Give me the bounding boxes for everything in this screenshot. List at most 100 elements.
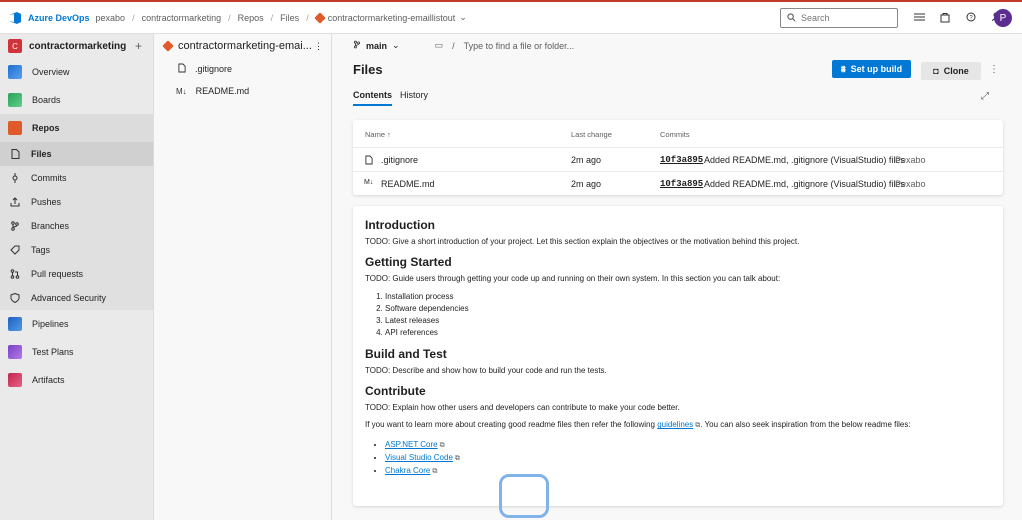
breadcrumb-repo-label: contractormarketing-emaillistout bbox=[327, 12, 456, 23]
tree-file-item[interactable]: .gitignore bbox=[154, 58, 331, 80]
nav-label: Repos bbox=[32, 123, 60, 133]
nav-label: Advanced Security bbox=[31, 293, 107, 303]
list-item: Chakra Core⧉ bbox=[385, 465, 991, 478]
nav-artifacts[interactable]: Artifacts bbox=[0, 366, 153, 394]
set-up-build-button[interactable]: ⩩ Set up build bbox=[832, 60, 911, 78]
more-options-icon[interactable]: ⋮ bbox=[314, 41, 323, 52]
tab-history[interactable]: History bbox=[400, 90, 428, 106]
chakra-core-link[interactable]: Chakra Core bbox=[385, 466, 430, 475]
nav-branches[interactable]: Branches bbox=[0, 214, 153, 238]
clone-icon: ◘ bbox=[933, 66, 939, 76]
branch-selector[interactable]: main bbox=[366, 41, 387, 51]
readme-section-contribute: Contribute TODO: Explain how other users… bbox=[365, 384, 991, 478]
nav-label: Pushes bbox=[31, 197, 62, 207]
nav-test-plans[interactable]: Test Plans bbox=[0, 338, 153, 366]
table-row[interactable]: M↓ README.md 2m ago 10f3a895 Added READM… bbox=[353, 171, 1003, 195]
nav-overview[interactable]: Overview bbox=[0, 58, 153, 86]
file-icon bbox=[10, 149, 20, 159]
breadcrumb-section[interactable]: Repos bbox=[238, 13, 264, 23]
commit-hash-link[interactable]: 10f3a895 bbox=[660, 179, 703, 189]
breadcrumb-separator: / bbox=[228, 12, 231, 23]
learn-text-pre: If you want to learn more about creating… bbox=[365, 420, 655, 430]
marketplace-bag-icon[interactable] bbox=[938, 10, 952, 24]
file-name[interactable]: .gitignore bbox=[381, 155, 418, 165]
branch-icon bbox=[353, 40, 361, 51]
build-icon: ⩩ bbox=[840, 63, 846, 74]
git-repo-icon bbox=[314, 11, 326, 24]
folder-icon: ▭ bbox=[434, 40, 444, 50]
markdown-icon: M↓ bbox=[364, 179, 374, 186]
nav-label: Branches bbox=[31, 221, 70, 231]
tree-file-label: .gitignore bbox=[195, 64, 233, 74]
help-icon[interactable]: ? bbox=[964, 10, 978, 24]
repo-selector[interactable]: contractormarketing-emai... bbox=[154, 34, 331, 58]
top-bar: Azure DevOps pexabo / contractormarketin… bbox=[0, 0, 1022, 34]
nav-boards[interactable]: Boards bbox=[0, 86, 153, 114]
settings-list-icon[interactable] bbox=[912, 10, 926, 24]
table-row[interactable]: .gitignore 2m ago 10f3a895 Added README.… bbox=[353, 147, 1003, 171]
breadcrumb-repo[interactable]: contractormarketing-emaillistout ⌄ bbox=[314, 11, 467, 24]
aspnet-core-link[interactable]: ASP.NET Core bbox=[385, 440, 438, 449]
nav-label: Overview bbox=[32, 67, 70, 77]
main-content: main ⌄ ▭ / Type to find a file or folder… bbox=[333, 34, 1022, 520]
readme-heading: Introduction bbox=[365, 218, 435, 232]
readme-section-getting-started: Getting Started TODO: Guide users throug… bbox=[365, 255, 991, 340]
col-header-last-change: Last change bbox=[571, 130, 612, 139]
clone-button[interactable]: ◘ Clone bbox=[921, 62, 981, 80]
nav-commits[interactable]: Commits bbox=[0, 166, 153, 190]
tree-file-label: README.md bbox=[195, 86, 250, 96]
project-header[interactable]: C contractormarketing bbox=[0, 34, 153, 58]
external-link-icon: ⧉ bbox=[454, 454, 460, 462]
search-input[interactable] bbox=[801, 13, 891, 23]
breadcrumb-org[interactable]: pexabo bbox=[96, 13, 126, 23]
more-actions-icon[interactable]: ⋮ bbox=[989, 64, 999, 75]
list-item: ASP.NET Core⧉ bbox=[385, 439, 991, 452]
readme-paragraph: TODO: Explain how other users and develo… bbox=[365, 402, 680, 412]
tab-contents[interactable]: Contents bbox=[353, 90, 392, 106]
breadcrumb-project[interactable]: contractormarketing bbox=[142, 13, 222, 23]
brand-link[interactable]: Azure DevOps bbox=[28, 13, 90, 23]
nav-files[interactable]: Files bbox=[0, 142, 153, 166]
commit-hash-link[interactable]: 10f3a895 bbox=[660, 155, 703, 165]
chevron-down-icon: ⌄ bbox=[459, 12, 467, 22]
nav-pipelines[interactable]: Pipelines bbox=[0, 310, 153, 338]
file-name[interactable]: README.md bbox=[381, 179, 435, 189]
path-search-input[interactable]: Type to find a file or folder... bbox=[464, 41, 575, 51]
add-icon[interactable]: + bbox=[135, 39, 142, 53]
set-up-build-label: Set up build bbox=[850, 64, 903, 74]
breadcrumb-page[interactable]: Files bbox=[280, 13, 299, 23]
repos-icon bbox=[8, 121, 22, 135]
nav-repos-group: Repos Files Commits Pushes Branches Tags… bbox=[0, 114, 153, 310]
readme-heading: Contribute bbox=[365, 383, 426, 398]
list-item: API references bbox=[385, 327, 991, 339]
left-nav: C contractormarketing + Overview Boards … bbox=[0, 34, 154, 520]
page-title: Files bbox=[353, 62, 383, 77]
nav-label: Tags bbox=[31, 245, 51, 255]
push-icon bbox=[10, 197, 20, 207]
col-header-name[interactable]: Name ↑ bbox=[365, 130, 391, 139]
readme-paragraph: If you want to learn more about creating… bbox=[365, 420, 991, 430]
avatar[interactable]: P bbox=[994, 9, 1012, 27]
chevron-down-icon[interactable]: ⌄ bbox=[392, 40, 400, 51]
expand-icon[interactable]: ⤢ bbox=[981, 91, 989, 102]
nav-pushes[interactable]: Pushes bbox=[0, 190, 153, 214]
search-box[interactable] bbox=[780, 8, 898, 28]
click-focus-indicator bbox=[499, 474, 549, 518]
clone-label: Clone bbox=[943, 66, 969, 76]
shield-icon bbox=[10, 293, 20, 303]
pipelines-icon bbox=[8, 317, 22, 331]
tree-file-item[interactable]: M↓ README.md bbox=[154, 80, 331, 102]
vscode-link[interactable]: Visual Studio Code bbox=[385, 453, 453, 462]
artifacts-icon bbox=[8, 373, 22, 387]
nav-pull-requests[interactable]: Pull requests bbox=[0, 262, 153, 286]
project-name: contractormarketing bbox=[29, 40, 127, 52]
guidelines-link[interactable]: guidelines bbox=[657, 420, 693, 429]
nav-tags[interactable]: Tags bbox=[0, 238, 153, 262]
nav-advanced-security[interactable]: Advanced Security bbox=[0, 286, 153, 310]
readme-link-list: ASP.NET Core⧉ Visual Studio Code⧉ Chakra… bbox=[385, 439, 991, 478]
nav-repos[interactable]: Repos bbox=[0, 114, 153, 142]
azure-devops-logo-icon[interactable] bbox=[8, 11, 22, 25]
test-plans-icon bbox=[8, 345, 22, 359]
search-icon bbox=[787, 12, 796, 24]
commit-author: Pexabo bbox=[895, 179, 926, 189]
